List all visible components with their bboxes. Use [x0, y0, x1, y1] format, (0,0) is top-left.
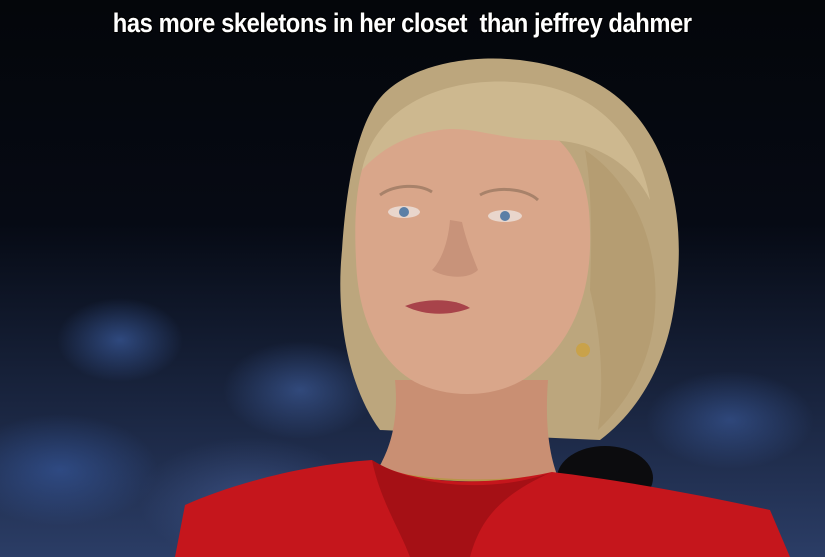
meme-image: has more skeletons in her closet than je… [0, 0, 825, 557]
meme-caption: has more skeletons in her closet than je… [112, 8, 692, 38]
photo-portrait [175, 58, 790, 557]
earring [576, 343, 590, 357]
neck [372, 380, 560, 482]
